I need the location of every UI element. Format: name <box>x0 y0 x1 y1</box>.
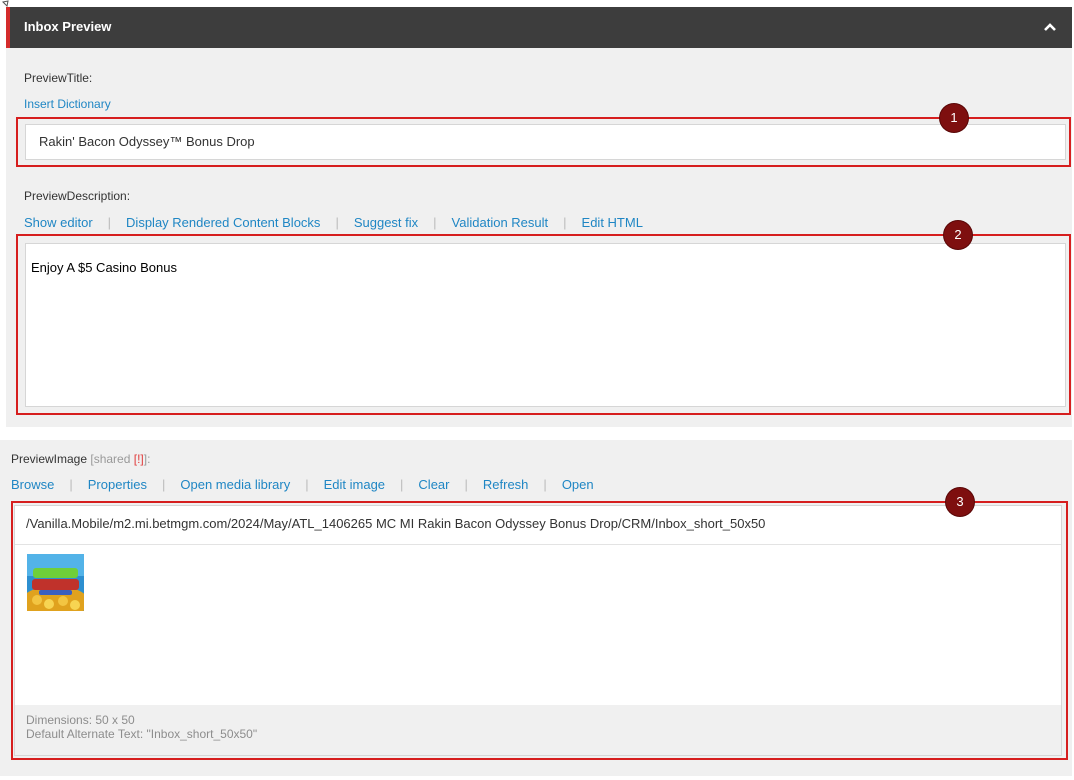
separator: | <box>464 477 468 492</box>
preview-description-label: PreviewDescription: <box>24 189 131 203</box>
edit-html-link[interactable]: Edit HTML <box>582 215 643 230</box>
preview-image-label-text: PreviewImage <box>11 452 88 466</box>
validation-result-link[interactable]: Validation Result <box>452 215 549 230</box>
section-title: Inbox Preview <box>24 19 112 34</box>
open-media-library-link[interactable]: Open media library <box>180 477 290 492</box>
clear-link[interactable]: Clear <box>418 477 449 492</box>
separator: | <box>543 477 547 492</box>
preview-image-label: PreviewImage [shared [!]]: <box>11 452 150 466</box>
separator: | <box>563 215 567 230</box>
separator: | <box>433 215 437 230</box>
browse-link[interactable]: Browse <box>11 477 54 492</box>
image-toolbar: Browse | Properties | Open media library… <box>11 477 594 492</box>
separator: | <box>69 477 73 492</box>
preview-title-label: PreviewTitle: <box>24 71 93 85</box>
separator: | <box>162 477 166 492</box>
section-header[interactable]: Inbox Preview <box>6 7 1072 48</box>
open-link[interactable]: Open <box>562 477 594 492</box>
annotation-badge-2: 2 <box>944 221 972 249</box>
annotation-badge-3: 3 <box>946 488 974 516</box>
separator: | <box>107 215 112 230</box>
shared-label-close: ]: <box>143 452 151 466</box>
insert-dictionary-link[interactable]: Insert Dictionary <box>24 97 111 111</box>
separator: | <box>335 215 339 230</box>
display-rendered-content-blocks-link[interactable]: Display Rendered Content Blocks <box>126 215 320 230</box>
suggest-fix-link[interactable]: Suggest fix <box>354 215 418 230</box>
annotation-box-1 <box>16 117 1071 167</box>
annotation-badge-1: 1 <box>940 104 968 132</box>
chevron-up-icon[interactable] <box>1042 19 1058 35</box>
show-editor-link[interactable]: Show editor <box>24 215 93 230</box>
shared-label: [shared <box>90 452 134 466</box>
properties-link[interactable]: Properties <box>88 477 147 492</box>
separator: | <box>400 477 404 492</box>
separator: | <box>305 477 309 492</box>
annotation-box-2 <box>16 234 1071 415</box>
description-toolbar: Show editor | Display Rendered Content B… <box>24 215 643 230</box>
warning-indicator: [!] <box>133 452 144 466</box>
annotation-box-3 <box>11 501 1068 760</box>
refresh-link[interactable]: Refresh <box>483 477 529 492</box>
edit-image-link[interactable]: Edit image <box>324 477 385 492</box>
